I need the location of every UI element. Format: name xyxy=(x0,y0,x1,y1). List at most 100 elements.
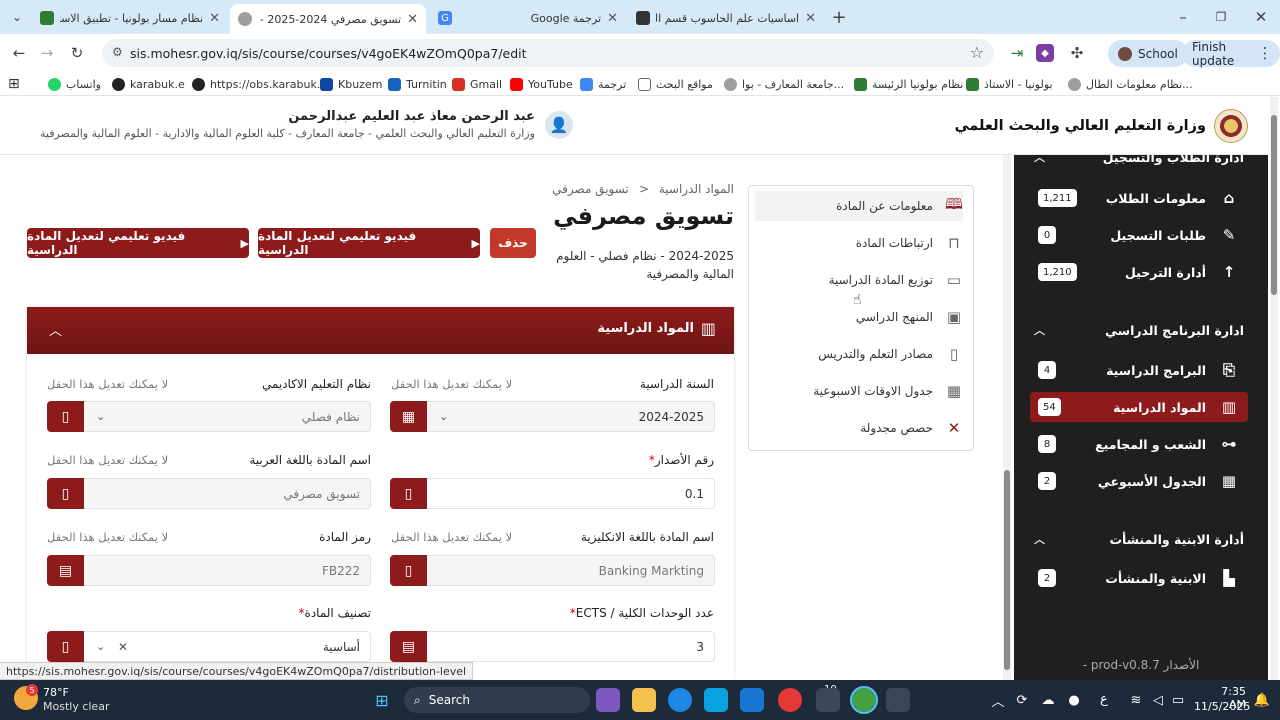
tray-chevron-icon[interactable]: ︿ xyxy=(986,688,1010,712)
tab-search-icon[interactable]: ⌄ xyxy=(6,6,28,28)
store-icon[interactable] xyxy=(704,688,728,712)
video-tutorial-button[interactable]: فيديو تعليمي لتعديل المادة الدراسية ▶ xyxy=(258,228,480,258)
chevron-up-icon[interactable]: ︿ xyxy=(1034,155,1045,165)
classification-select[interactable]: ▯ ⌄ ✕ أساسية xyxy=(47,631,371,662)
bookmark-item[interactable]: Turnitin xyxy=(388,75,447,93)
bookmark-item[interactable]: YouTube xyxy=(510,75,573,93)
bookmark-star-icon[interactable]: ☆ xyxy=(970,43,984,62)
taskbar-app-icon[interactable] xyxy=(816,688,840,712)
window-close-icon[interactable]: ✕ xyxy=(1250,6,1272,28)
scrollbar-thumb[interactable] xyxy=(1271,115,1277,295)
sidebar-section-programs[interactable]: ادارة البرنامج الدراسي ︿ xyxy=(1034,320,1244,340)
minimize-icon[interactable]: – xyxy=(1172,6,1194,28)
sync-icon[interactable]: ⟳ xyxy=(1010,688,1034,712)
chevron-down-icon[interactable]: ⌄ xyxy=(96,640,105,653)
menu-kebab-icon[interactable]: ⋮ xyxy=(1254,42,1276,64)
avatar[interactable]: 👤 xyxy=(544,110,573,139)
extensions-puzzle-icon[interactable]: ✣ xyxy=(1066,42,1088,64)
nav-course-info[interactable]: معلومات عن المادة 🕮 xyxy=(755,191,963,221)
chevron-down-icon[interactable]: ⌄ xyxy=(439,410,448,423)
browser-tab[interactable]: نظام مسار بولونيا - تطبيق الاستاذ ✕ xyxy=(32,4,228,32)
sidebar-item-courses[interactable]: 54 المواد الدراسية ▥ xyxy=(1030,392,1248,422)
bookmark-item[interactable]: جامعة المعارف - بوا... xyxy=(724,75,844,93)
extension-arrow-icon[interactable]: ⇥ xyxy=(1006,42,1028,64)
units-input[interactable]: ▤ 3 xyxy=(390,631,715,662)
close-icon[interactable]: ✕ xyxy=(607,11,618,26)
sidebar-section-students[interactable]: ادارة الطلاب والتسجيل ︿ xyxy=(1034,155,1244,167)
microphone-icon[interactable]: ● xyxy=(1062,688,1086,712)
version-input[interactable]: ▯ 0.1 xyxy=(390,478,715,509)
reload-icon[interactable]: ↻ xyxy=(66,42,88,64)
breadcrumb-parent[interactable]: المواد الدراسية xyxy=(659,182,734,196)
bookmark-item[interactable]: بولونيا - الاستاذ xyxy=(966,75,1053,93)
bookmark-item[interactable]: https://obs.karabuk.... xyxy=(192,75,331,93)
english-name-field[interactable]: ▯ Banking Markting xyxy=(390,555,715,586)
chrome-active-icon[interactable] xyxy=(850,686,878,714)
bookmark-folder[interactable]: مواقع البحث xyxy=(638,75,713,93)
ministry-brand[interactable]: وزارة التعليم العالي والبحث العلمي xyxy=(955,109,1248,143)
vscode-icon[interactable] xyxy=(740,688,764,712)
chevron-up-icon[interactable]: ︿ xyxy=(1034,531,1045,547)
taskbar-app-icon[interactable] xyxy=(886,688,910,712)
close-icon[interactable]: ✕ xyxy=(209,11,220,26)
clear-icon[interactable]: ✕ xyxy=(118,640,128,654)
page-scrollbar[interactable] xyxy=(1270,97,1278,680)
sidebar-item-buildings[interactable]: 2 الابنية والمنشأت ▙ xyxy=(1030,563,1248,593)
sidebar-item-promotion[interactable]: 1,210 أدارة الترحيل ↑ xyxy=(1030,257,1248,287)
file-explorer-icon[interactable] xyxy=(632,688,656,712)
video-tutorial-button[interactable]: فيديو تعليمي لتعديل المادة الدراسية ▶ xyxy=(27,228,249,258)
chevron-down-icon[interactable]: ⌄ xyxy=(96,410,105,423)
main-scrollbar[interactable] xyxy=(1003,155,1011,680)
card-header[interactable]: ▥ المواد الدراسية ︿ xyxy=(27,307,734,354)
extension-icon[interactable]: ◆ xyxy=(1036,44,1054,62)
user-info[interactable]: عبد الرحمن معاذ عبد العليم عبدالرحمن وزا… xyxy=(40,109,573,140)
windows-start-icon[interactable]: ⊞ xyxy=(370,688,394,712)
sidebar-item-registration[interactable]: 0 طلبات التسجيل ✎ xyxy=(1030,220,1248,250)
notifications-bell-icon[interactable]: 🔔 xyxy=(1250,688,1274,712)
bookmark-item[interactable]: نظام بولونيا الرئيسة xyxy=(854,75,963,93)
nav-scheduled-sessions[interactable]: حصص مجدولة ✕ xyxy=(755,413,963,443)
edge-icon[interactable] xyxy=(668,688,692,712)
back-icon[interactable]: ← xyxy=(8,42,30,64)
nav-weekly-times[interactable]: جدول الاوقات الاسبوعية ▦ xyxy=(755,376,963,406)
bookmark-item[interactable]: karabuk.e xyxy=(112,75,185,93)
cloud-icon[interactable]: ☁ xyxy=(1036,688,1060,712)
browser-tab[interactable]: G ترجمة Google ✕ xyxy=(430,4,626,32)
bookmark-item[interactable]: Gmail xyxy=(452,75,502,93)
forward-icon[interactable]: → xyxy=(36,42,58,64)
restore-icon[interactable]: ❐ xyxy=(1210,6,1232,28)
sidebar-item-programs[interactable]: 4 البرامج الدراسية ⎘ xyxy=(1030,355,1248,385)
site-info-icon[interactable]: ⚙ xyxy=(112,45,123,59)
chevron-up-icon[interactable]: ︿ xyxy=(1034,322,1045,338)
bookmark-item[interactable]: Kbuzem xyxy=(320,75,382,93)
year-select[interactable]: ▦ ⌄ 2024-2025 xyxy=(390,401,715,432)
nav-course-links[interactable]: ارتباطات المادة ⊓ xyxy=(755,228,963,258)
new-tab-button[interactable]: + xyxy=(828,6,850,28)
close-icon[interactable]: ✕ xyxy=(407,12,418,27)
code-field[interactable]: ▤ FB222 xyxy=(47,555,371,586)
sidebar-section-buildings[interactable]: أدارة الابنية والمنشأت ︿ xyxy=(1034,529,1244,549)
profile-button[interactable]: School xyxy=(1108,40,1188,67)
sidebar-item-groups[interactable]: 8 الشعب و المجاميع ⊶ xyxy=(1030,429,1248,459)
chrome-icon[interactable] xyxy=(778,688,802,712)
bookmark-item[interactable]: نظام معلومات الطال... xyxy=(1068,75,1193,93)
sidebar-item-weekly-schedule[interactable]: 2 الجدول الأسبوعي ▦ xyxy=(1030,466,1248,496)
chevron-up-icon[interactable]: ︿ xyxy=(49,320,62,339)
system-select[interactable]: ▯ ⌄ نظام فصلي xyxy=(47,401,371,432)
close-icon[interactable]: ✕ xyxy=(805,11,816,26)
nav-learning-resources[interactable]: مصادر التعلم والتدريس ▯ xyxy=(755,339,963,369)
battery-icon[interactable]: ▭ xyxy=(1166,688,1190,712)
arabic-name-field[interactable]: ▯ تسويق مصرفي xyxy=(47,478,371,509)
copilot-icon[interactable] xyxy=(596,688,620,712)
bookmark-item[interactable]: واتساب xyxy=(48,75,101,93)
sidebar-item-students[interactable]: 1,211 معلومات الطلاب ⌂ xyxy=(1030,183,1248,213)
taskbar-search[interactable]: ⌕ Search xyxy=(404,687,590,713)
language-indicator[interactable]: ع xyxy=(1100,692,1108,707)
bookmark-item[interactable]: ترجمة xyxy=(580,75,626,93)
apps-grid-icon[interactable]: ⊞ xyxy=(8,75,20,93)
wifi-icon[interactable]: ≋ xyxy=(1124,688,1148,712)
browser-tab[interactable]: اساسيات علم الحاسوب قسم المالية ✕ xyxy=(628,4,824,32)
address-bar[interactable]: ⚙ sis.mohesr.gov.iq/sis/course/courses/v… xyxy=(102,39,994,67)
nav-course-distribution[interactable]: توزيع المادة الدراسية ▭ xyxy=(755,265,963,295)
scrollbar-thumb[interactable] xyxy=(1004,470,1010,670)
